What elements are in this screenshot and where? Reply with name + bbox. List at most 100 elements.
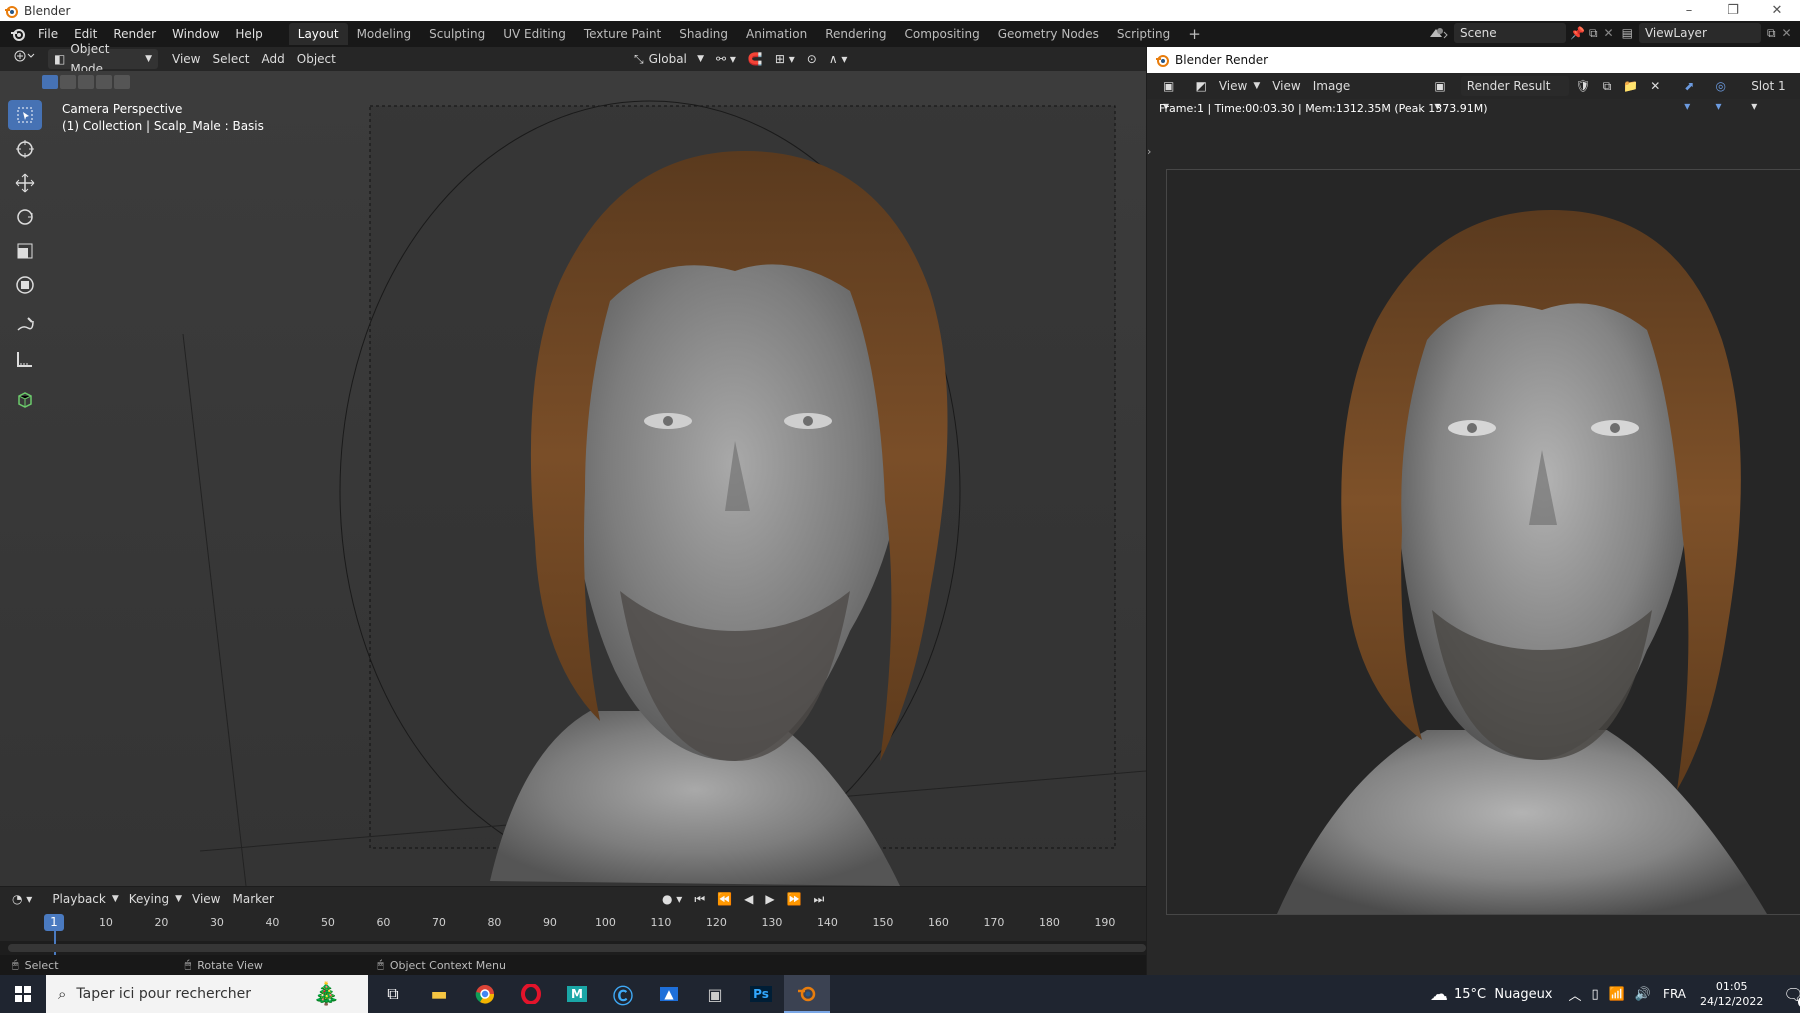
transform-tool[interactable] xyxy=(8,270,42,300)
menu-help[interactable]: Help xyxy=(227,23,270,45)
fake-user-icon[interactable]: 🛡 xyxy=(1569,76,1596,96)
proportional-edit-icon[interactable]: ⊙ xyxy=(801,49,823,69)
annotate-tool[interactable] xyxy=(8,310,42,340)
file-explorer-icon[interactable]: ▬ xyxy=(416,975,462,1013)
open-image-icon[interactable]: 📁 xyxy=(1617,76,1644,96)
render-menu-view-2[interactable]: View xyxy=(1266,76,1306,96)
weather-text[interactable]: 15°C Nuageux xyxy=(1454,987,1553,1002)
image-editor-type-icon[interactable]: ▣ ▾ xyxy=(1157,76,1189,113)
menu-window[interactable]: Window xyxy=(164,23,227,45)
move-tool[interactable] xyxy=(8,168,42,198)
maya-icon[interactable]: M xyxy=(554,975,600,1013)
current-frame-marker[interactable]: 1 xyxy=(44,914,64,931)
menu-file[interactable]: File xyxy=(30,23,66,45)
chrome-icon[interactable] xyxy=(462,975,508,1013)
select-box-tool[interactable] xyxy=(8,100,42,130)
select-subtract-icon[interactable] xyxy=(78,75,94,89)
jump-end-icon[interactable]: ⏭ xyxy=(808,889,831,909)
falloff-icon[interactable]: ∧ ▾ xyxy=(823,49,854,69)
timeline-menu-view[interactable]: View xyxy=(186,889,226,909)
add-workspace-button[interactable]: + xyxy=(1179,23,1210,45)
viewport-menu-select[interactable]: Select xyxy=(206,49,255,69)
new-scene-icon[interactable]: ⧉ xyxy=(1589,26,1598,41)
restore-button[interactable]: ❐ xyxy=(1712,0,1754,21)
image-browse-icon[interactable]: ▣ ▾ xyxy=(1428,76,1460,113)
tab-sculpting[interactable]: Sculpting xyxy=(420,23,494,45)
task-view-icon[interactable]: ⧉ xyxy=(370,975,416,1013)
delete-view-layer-icon[interactable]: ✕ xyxy=(1782,26,1792,40)
tab-texture-paint[interactable]: Texture Paint xyxy=(575,23,670,45)
transform-orientation-dropdown[interactable]: ⤡ Global ▼ xyxy=(628,49,710,69)
pin-icon[interactable]: 📌 xyxy=(1570,26,1585,40)
prev-keyframe-icon[interactable]: ⏪ xyxy=(711,889,738,909)
opera-icon[interactable] xyxy=(508,975,554,1013)
volume-icon[interactable]: 🔊 xyxy=(1635,987,1651,1002)
tab-uv-editing[interactable]: UV Editing xyxy=(494,23,575,45)
language-indicator[interactable]: FRA xyxy=(1663,987,1686,1001)
tab-compositing[interactable]: Compositing xyxy=(895,23,988,45)
tab-layout[interactable]: Layout xyxy=(288,23,348,45)
new-image-icon[interactable]: ⧉ xyxy=(1597,76,1618,96)
unlink-image-icon[interactable]: ✕ xyxy=(1644,76,1666,96)
blender-taskbar-icon[interactable] xyxy=(784,975,830,1013)
tab-scripting[interactable]: Scripting xyxy=(1108,23,1179,45)
timeline-menu-keying[interactable]: Keying xyxy=(123,889,175,909)
tab-modeling[interactable]: Modeling xyxy=(348,23,421,45)
select-invert-icon[interactable] xyxy=(96,75,112,89)
device-icon[interactable]: ▯ xyxy=(1592,987,1599,1002)
close-button[interactable]: ✕ xyxy=(1756,0,1798,21)
photos-icon[interactable]: ▲ xyxy=(646,975,692,1013)
view-layer-field[interactable]: ViewLayer xyxy=(1638,23,1761,43)
scale-tool[interactable] xyxy=(8,236,42,266)
tab-animation[interactable]: Animation xyxy=(737,23,816,45)
overlay-icon[interactable]: ◎ ▾ xyxy=(1710,76,1742,113)
play-reverse-icon[interactable]: ◀ xyxy=(738,889,759,909)
network-icon[interactable]: 📶 xyxy=(1609,987,1625,1002)
snap-target-icon[interactable]: ⊞ ▾ xyxy=(769,49,801,69)
c-app-icon[interactable]: Ⓒ xyxy=(600,975,646,1013)
render-menu-view-1[interactable]: View xyxy=(1213,76,1253,96)
gizmo-icon[interactable]: ⬈ ▾ xyxy=(1678,76,1709,113)
3d-viewport[interactable] xyxy=(0,71,1146,886)
jump-start-icon[interactable]: ⏮ xyxy=(688,889,711,909)
mode-dropdown[interactable]: ◧ Object Mode ▼ xyxy=(48,42,158,76)
select-intersect-icon[interactable] xyxy=(114,75,130,89)
image-name-field[interactable]: Render Result xyxy=(1460,76,1570,96)
start-button[interactable] xyxy=(4,975,42,1013)
measure-tool[interactable] xyxy=(8,344,42,374)
rotate-tool[interactable] xyxy=(8,202,42,232)
render-menu-image[interactable]: Image xyxy=(1307,76,1357,96)
pivot-icon[interactable]: ⚯ ▾ xyxy=(710,49,742,69)
slot-dropdown[interactable]: Slot 1 ▾ xyxy=(1745,76,1800,113)
photoshop-icon[interactable]: Ps xyxy=(738,975,784,1013)
scene-field[interactable]: Scene xyxy=(1454,23,1566,43)
next-keyframe-icon[interactable]: ⏩ xyxy=(781,889,808,909)
tab-geometry-nodes[interactable]: Geometry Nodes xyxy=(989,23,1108,45)
timeline-editor-icon[interactable]: ◔ ▾ xyxy=(6,889,38,909)
tab-shading[interactable]: Shading xyxy=(670,23,737,45)
delete-scene-icon[interactable]: ✕ xyxy=(1604,26,1614,40)
timeline-menu-playback[interactable]: Playback xyxy=(46,889,112,909)
view-layer-icon[interactable]: ▤ xyxy=(1622,26,1633,40)
select-extend-icon[interactable] xyxy=(60,75,76,89)
timeline-menu-marker[interactable]: Marker xyxy=(227,889,280,909)
tab-rendering[interactable]: Rendering xyxy=(816,23,895,45)
editor-type-icon[interactable] xyxy=(6,49,42,69)
snap-icon[interactable]: 🧲 xyxy=(742,49,769,69)
notifications-button[interactable]: 🗨 8 xyxy=(1783,985,1800,1008)
minimize-button[interactable]: – xyxy=(1668,0,1710,21)
tray-chevron-icon[interactable]: ︿ xyxy=(1569,985,1582,1004)
view-mode-icon[interactable]: ◩ xyxy=(1189,76,1212,96)
sidebar-toggle-icon[interactable]: › xyxy=(1147,145,1151,158)
taskbar-search[interactable]: ⌕ Taper ici pour rechercher 🎄 xyxy=(46,975,368,1013)
viewport-menu-view[interactable]: View xyxy=(166,49,206,69)
viewport-menu-add[interactable]: Add xyxy=(256,49,291,69)
new-view-layer-icon[interactable]: ⧉ xyxy=(1767,26,1776,41)
scene-icon[interactable] xyxy=(1428,25,1450,41)
add-cube-tool[interactable] xyxy=(8,384,42,414)
record-icon[interactable]: ● ▾ xyxy=(656,889,688,909)
timeline-scrollbar[interactable] xyxy=(8,944,1146,952)
timeline-ruler[interactable]: 1 10 20 30 40 50 60 70 80 90 100 110 120 130 140 150 16… xyxy=(0,911,1146,955)
window-app-icon[interactable]: ▣ xyxy=(692,975,738,1013)
play-icon[interactable]: ▶ xyxy=(759,889,780,909)
